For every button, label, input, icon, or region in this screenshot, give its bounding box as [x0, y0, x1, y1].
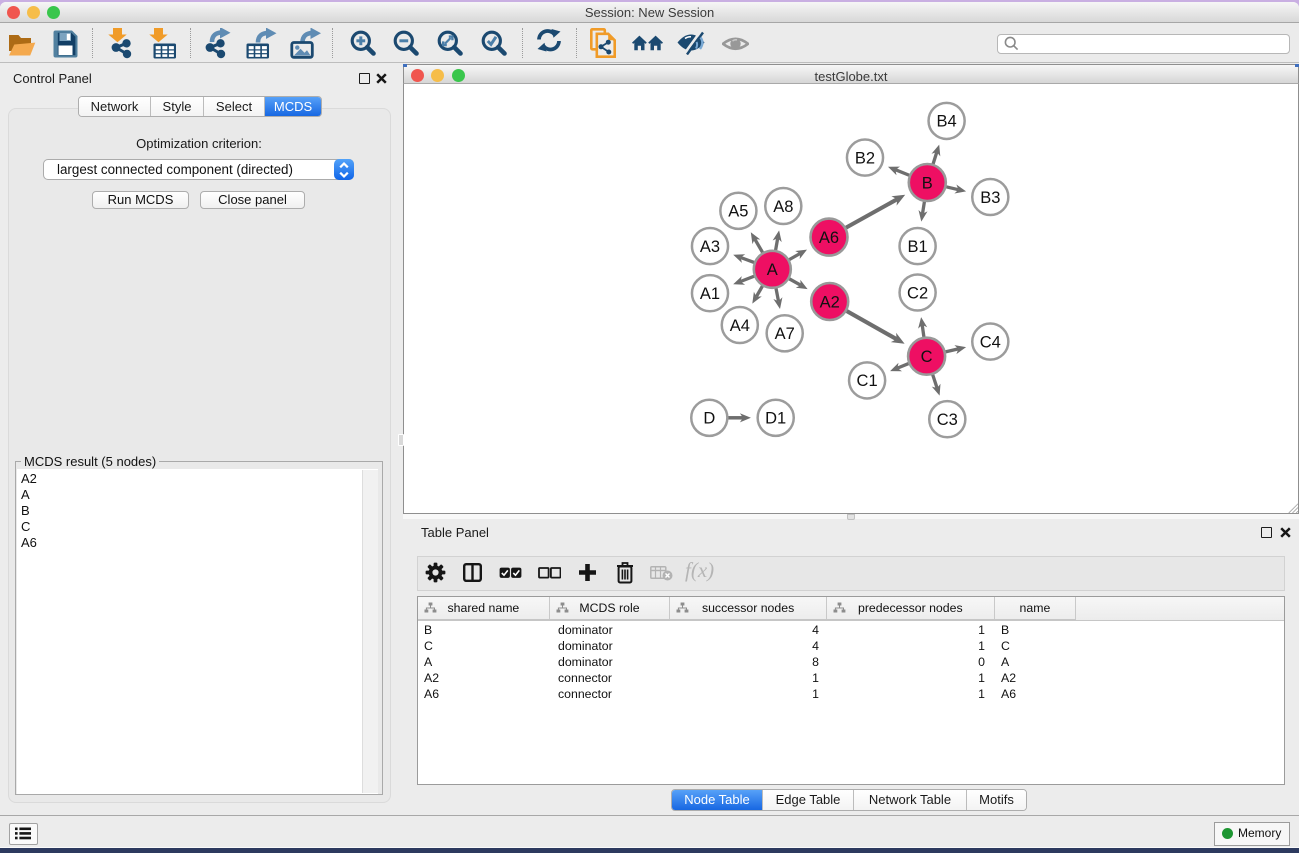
svg-text:A4: A4: [730, 317, 750, 335]
svg-text:C4: C4: [980, 333, 1001, 351]
svg-text:A5: A5: [728, 203, 748, 221]
svg-text:C1: C1: [857, 372, 878, 390]
svg-text:B3: B3: [980, 189, 1000, 207]
svg-text:A3: A3: [700, 238, 720, 256]
svg-text:C3: C3: [937, 411, 958, 429]
svg-text:D: D: [703, 410, 715, 428]
svg-text:A2: A2: [820, 293, 840, 311]
svg-text:C2: C2: [907, 284, 928, 302]
svg-text:A6: A6: [819, 229, 839, 247]
svg-text:C: C: [921, 348, 933, 366]
svg-text:B4: B4: [937, 113, 957, 131]
svg-text:B: B: [922, 174, 933, 192]
svg-text:A8: A8: [773, 198, 793, 216]
svg-text:A7: A7: [775, 325, 795, 343]
svg-text:D1: D1: [765, 410, 786, 428]
svg-text:B2: B2: [855, 149, 875, 167]
svg-text:A: A: [767, 261, 778, 279]
svg-text:A1: A1: [700, 285, 720, 303]
svg-text:B1: B1: [908, 238, 928, 256]
